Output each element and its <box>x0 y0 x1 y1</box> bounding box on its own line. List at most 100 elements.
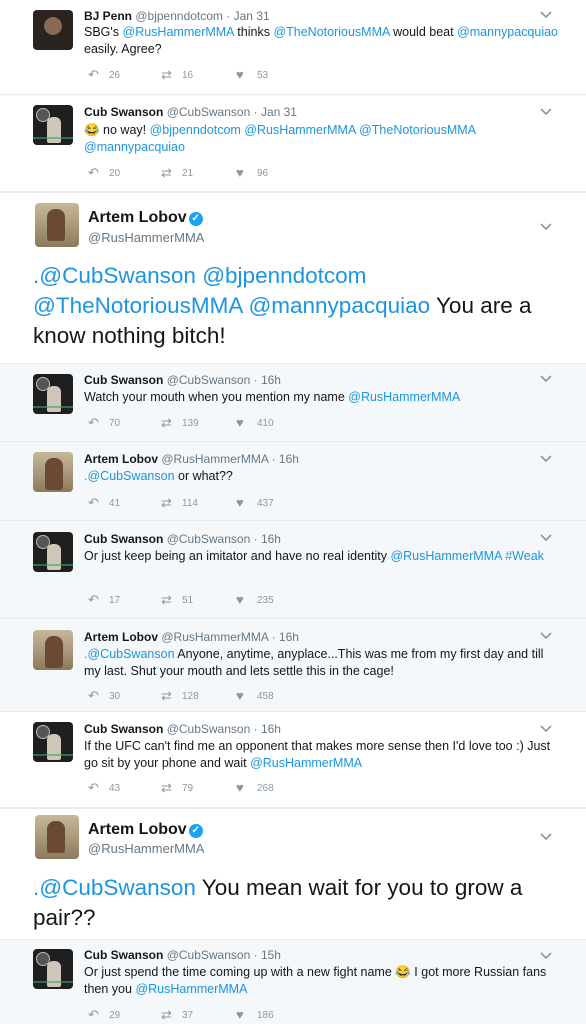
like-count: 186 <box>257 1010 274 1021</box>
mention-link[interactable]: @RusHammerMMA <box>390 549 501 563</box>
tweet-reply[interactable]: Cub Swanson @CubSwanson · 16h Or just ke… <box>0 521 586 618</box>
tweet-header: Cub Swanson @CubSwanson · 15h <box>84 948 281 963</box>
chevron-down-icon[interactable] <box>540 534 552 542</box>
author-handle[interactable]: @RusHammerMMA <box>88 230 204 246</box>
tweet-text: Or just spend the time coming up with a … <box>84 964 560 997</box>
tweet-time[interactable]: Jan 31 <box>234 9 270 23</box>
like-count: 53 <box>257 70 269 81</box>
chevron-down-icon[interactable] <box>540 725 552 733</box>
author-name[interactable]: Cub Swanson <box>84 722 163 736</box>
avatar[interactable] <box>33 374 73 414</box>
mention-link[interactable]: @mannypacquiao <box>84 140 185 154</box>
separator: · <box>271 630 276 644</box>
tweet-text: .@CubSwanson Anyone, anytime, anyplace..… <box>84 646 560 679</box>
tweet-bjpenn[interactable]: BJ Penn @bjpenndotcom · Jan 31 SBG's @Ru… <box>0 0 586 94</box>
chevron-down-icon[interactable] <box>540 455 552 463</box>
tweet-time[interactable]: 15h <box>261 948 281 962</box>
author-handle[interactable]: @CubSwanson <box>167 722 251 736</box>
author-handle[interactable]: @RusHammerMMA <box>88 841 204 857</box>
mention-link[interactable]: @TheNotoriousMMA <box>273 25 389 39</box>
tweet-text: .@CubSwanson @bjpenndotcom @TheNotorious… <box>33 261 566 351</box>
author-name[interactable]: Cub Swanson <box>84 373 163 387</box>
mention-link[interactable]: @RusHammerMMA <box>244 123 355 137</box>
mention-link[interactable]: @RusHammerMMA <box>348 390 460 404</box>
author-handle[interactable]: @CubSwanson <box>167 105 251 119</box>
author-name-row: Artem Lobov ✓ <box>88 820 203 840</box>
tweet-reply[interactable]: Cub Swanson @CubSwanson · 15h Or just sp… <box>0 940 586 1024</box>
chevron-down-icon[interactable] <box>540 375 552 383</box>
author-name[interactable]: Artem Lobov <box>88 821 187 838</box>
author-name[interactable]: Cub Swanson <box>84 532 163 546</box>
heart-icon: ♥ <box>236 688 244 703</box>
avatar[interactable] <box>33 722 73 762</box>
tweet-cubswanson[interactable]: Cub Swanson @CubSwanson · Jan 31 😂 no wa… <box>0 95 586 191</box>
chevron-down-icon[interactable] <box>540 223 552 231</box>
author-name[interactable]: Artem Lobov <box>84 452 158 466</box>
retweet-count: 37 <box>182 1010 194 1021</box>
mention-link[interactable]: #Weak <box>505 549 544 563</box>
avatar[interactable] <box>33 949 73 989</box>
tweet-time[interactable]: 16h <box>279 452 299 466</box>
mention-link[interactable]: @mannypacquiao <box>248 293 430 318</box>
tweet-text: Watch your mouth when you mention my nam… <box>84 389 560 406</box>
avatar[interactable] <box>33 630 73 670</box>
tweet-time[interactable]: Jan 31 <box>261 105 297 119</box>
tweet-header: BJ Penn @bjpenndotcom · Jan 31 <box>84 9 270 24</box>
chevron-down-icon[interactable] <box>540 108 552 116</box>
reply-icon: ↶ <box>88 780 99 795</box>
like-count: 235 <box>257 595 274 606</box>
author-name[interactable]: Cub Swanson <box>84 948 163 962</box>
mention-link[interactable]: .@CubSwanson <box>84 469 175 483</box>
author-handle[interactable]: @CubSwanson <box>167 373 251 387</box>
tweet-text-segment: would beat <box>389 25 458 39</box>
tweet-time[interactable]: 16h <box>261 373 281 387</box>
tweet-focused-artemlobov[interactable]: Artem Lobov ✓ @RusHammerMMA .@CubSwanson … <box>0 193 586 363</box>
mention-link[interactable]: @TheNotoriousMMA <box>359 123 475 137</box>
avatar[interactable] <box>33 452 73 492</box>
author-name[interactable]: Artem Lobov <box>88 209 187 226</box>
heart-icon: ♥ <box>236 495 244 510</box>
mention-link[interactable]: @mannypacquiao <box>457 25 558 39</box>
tweet-time[interactable]: 16h <box>261 722 281 736</box>
mention-link[interactable]: .@CubSwanson <box>84 647 175 661</box>
tweet-reply[interactable]: Artem Lobov @RusHammerMMA · 16h .@CubSwa… <box>0 442 586 520</box>
tweet-reply[interactable]: Artem Lobov @RusHammerMMA · 16h .@CubSwa… <box>0 619 586 711</box>
retweet-icon: ⇄ <box>161 780 172 795</box>
avatar[interactable] <box>35 815 79 859</box>
reply-count: 41 <box>109 498 121 509</box>
chevron-down-icon[interactable] <box>540 632 552 640</box>
retweet-count: 79 <box>182 783 194 794</box>
author-handle[interactable]: @bjpenndotcom <box>135 9 223 23</box>
author-handle[interactable]: @CubSwanson <box>167 532 251 546</box>
avatar[interactable] <box>35 203 79 247</box>
tweet-time[interactable]: 16h <box>279 630 299 644</box>
mention-link[interactable]: @RusHammerMMA <box>135 982 247 996</box>
author-name[interactable]: BJ Penn <box>84 9 132 23</box>
author-handle[interactable]: @RusHammerMMA <box>161 452 268 466</box>
author-handle[interactable]: @CubSwanson <box>167 948 251 962</box>
mention-link[interactable]: @RusHammerMMA <box>250 756 362 770</box>
tweet-text: SBG's @RusHammerMMA thinks @TheNotorious… <box>84 24 560 57</box>
chevron-down-icon[interactable] <box>540 952 552 960</box>
tweet-time[interactable]: 16h <box>261 532 281 546</box>
tweet-reply[interactable]: Cub Swanson @CubSwanson · 16h If the UFC… <box>0 712 586 807</box>
mention-link[interactable]: @TheNotoriousMMA <box>33 293 242 318</box>
chevron-down-icon[interactable] <box>540 833 552 841</box>
avatar[interactable] <box>33 10 73 50</box>
mention-link[interactable]: .@CubSwanson <box>33 263 196 288</box>
avatar[interactable] <box>33 532 73 572</box>
author-name[interactable]: Artem Lobov <box>84 630 158 644</box>
tweet-reply[interactable]: Cub Swanson @CubSwanson · 16h Watch your… <box>0 364 586 441</box>
mention-link[interactable]: @RusHammerMMA <box>123 25 234 39</box>
author-handle[interactable]: @RusHammerMMA <box>161 630 268 644</box>
reply-icon: ↶ <box>88 415 99 430</box>
mention-link[interactable]: .@CubSwanson <box>33 875 196 900</box>
separator: · <box>253 722 258 736</box>
mention-link[interactable]: @bjpenndotcom <box>202 263 366 288</box>
tweet-focused-artemlobov[interactable]: Artem Lobov ✓ @RusHammerMMA .@CubSwanson … <box>0 809 586 939</box>
mention-link[interactable]: @bjpenndotcom <box>150 123 241 137</box>
separator: · <box>271 452 276 466</box>
author-name[interactable]: Cub Swanson <box>84 105 163 119</box>
avatar[interactable] <box>33 105 73 145</box>
chevron-down-icon[interactable] <box>540 11 552 19</box>
